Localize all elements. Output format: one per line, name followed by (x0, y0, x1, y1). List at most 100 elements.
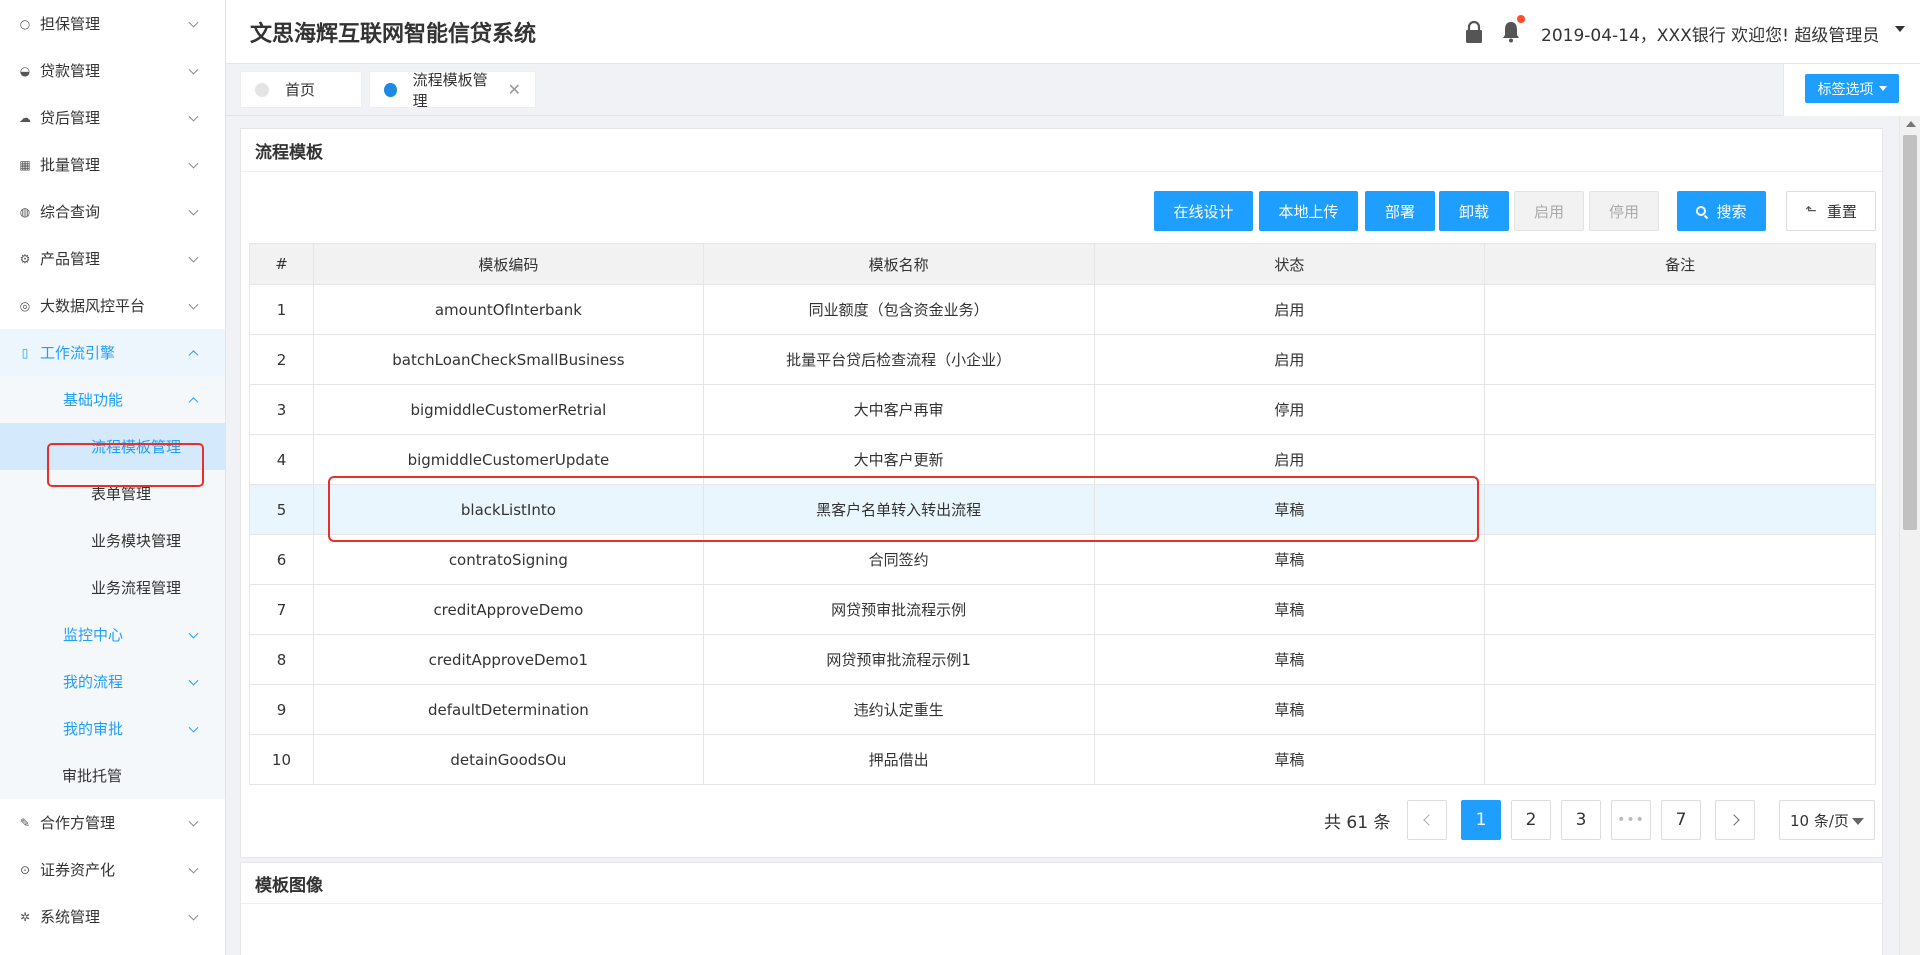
table-cell: 草稿 (1093, 634, 1486, 685)
button-label: 启用 (1533, 202, 1564, 221)
page-button-2[interactable]: 2 (1511, 800, 1551, 840)
sidebar-item-postloan[interactable]: ☁ 贷后管理 (0, 94, 225, 141)
scroll-up-arrow-icon[interactable] (1906, 121, 1916, 127)
sidebar: ○ 担保管理 ◒ 贷款管理 ☁ 贷后管理 ▦ 批量管理 ◍ 综合查询 ⚙ 产品管… (0, 0, 226, 955)
page-button-3[interactable]: 3 (1561, 800, 1601, 840)
sidebar-item-label: 大数据风控平台 (40, 297, 146, 315)
sidebar-item-business-flow[interactable]: 业务流程管理 (0, 564, 225, 611)
close-icon[interactable]: ✕ (508, 80, 521, 99)
sidebar-item-label: 贷款管理 (40, 62, 101, 80)
pencil-icon: ✎ (19, 815, 31, 830)
table-cell: 草稿 (1093, 584, 1486, 635)
table-row[interactable]: 9 defaultDetermination 违约认定重生 草稿 (249, 684, 1876, 735)
sidebar-item-label: 担保管理 (40, 15, 101, 33)
scrollbar[interactable] (1899, 116, 1920, 955)
table-row[interactable]: 8 creditApproveDemo1 网贷预审批流程示例1 草稿 (249, 634, 1876, 685)
caret-down-icon (1852, 818, 1864, 825)
unload-button[interactable]: 卸载 (1439, 191, 1509, 231)
page-size-select[interactable]: 10 条/页 (1779, 800, 1875, 840)
disable-button[interactable]: 停用 (1589, 191, 1659, 231)
globe-icon: ◍ (19, 204, 31, 219)
sidebar-item-workflow[interactable]: ▯ 工作流引擎 (0, 329, 225, 376)
total-count: 共 61 条 (1324, 813, 1391, 833)
sidebar-item-form[interactable]: 表单管理 (0, 470, 225, 517)
table-cell: 草稿 (1093, 684, 1486, 735)
online-design-button[interactable]: 在线设计 (1154, 191, 1253, 231)
tab-options-button[interactable]: 标签选项 (1805, 74, 1899, 103)
pagination: 共 61 条 1 2 3 ••• 7 10 条/页 (241, 800, 1882, 840)
template-table: # 模板编码 模板名称 状态 备注 1 amountOfInterbank 同业额度… (249, 243, 1876, 785)
chevron-right-icon (1727, 814, 1740, 826)
reset-button[interactable]: ⬑ 重置 (1786, 191, 1876, 231)
tab-home[interactable]: 首页 (240, 71, 362, 108)
sidebar-item-label: 审批托管 (62, 767, 123, 785)
sidebar-item-module[interactable]: 业务模块管理 (0, 517, 225, 564)
sidebar-item-label: 表单管理 (91, 485, 152, 503)
sidebar-item-securitization[interactable]: ⊙ 证券资产化 (0, 846, 225, 893)
table-cell: 合同签约 (702, 534, 1095, 585)
table-cell (1484, 734, 1876, 785)
sidebar-item-query[interactable]: ◍ 综合查询 (0, 188, 225, 235)
panel-title: 模板图像 (255, 876, 323, 896)
table-row[interactable]: 10 detainGoodsOu 押品借出 草稿 (249, 734, 1876, 785)
page-button-1[interactable]: 1 (1461, 800, 1501, 840)
table-cell: 草稿 (1093, 534, 1486, 585)
page-label: ••• (1617, 812, 1645, 828)
table-row[interactable]: 1 amountOfInterbank 同业额度（包含资金业务） 启用 (249, 284, 1876, 335)
local-upload-button[interactable]: 本地上传 (1259, 191, 1358, 231)
sidebar-item-trustee[interactable]: 审批托管 (0, 752, 225, 799)
grid-icon: ▦ (19, 157, 31, 172)
tab-flow-template[interactable]: 流程模板管理 ✕ (369, 71, 536, 110)
table-row-selected[interactable]: 5 blackListInto 黑客户名单转入转出流程 草稿 (249, 484, 1876, 535)
gear-icon: ⚙ (19, 251, 31, 266)
chevron-down-icon (188, 64, 199, 75)
notification-dot (1517, 15, 1525, 23)
sidebar-item-monitor[interactable]: 监控中心 (0, 611, 225, 658)
sidebar-item-guarantee[interactable]: ○ 担保管理 (0, 0, 225, 47)
sidebar-item-label: 贷后管理 (40, 109, 101, 127)
sidebar-item-bigdata[interactable]: ◎ 大数据风控平台 (0, 282, 225, 329)
caret-down-icon[interactable] (1895, 26, 1905, 32)
user-info[interactable]: 2019-04-14，XXX银行 欢迎您! 超级管理员 (1541, 21, 1879, 46)
sidebar-item-basic[interactable]: 基础功能 (0, 376, 225, 423)
chevron-down-icon (188, 158, 199, 169)
lock-icon[interactable] (1463, 20, 1485, 44)
page-label: 1 (1475, 810, 1487, 830)
chevron-down-icon (188, 675, 199, 686)
next-page-button[interactable] (1715, 800, 1755, 840)
chevron-down-icon (188, 816, 199, 827)
caret-down-icon (1878, 86, 1887, 91)
enable-button[interactable]: 启用 (1514, 191, 1584, 231)
table-cell: 6 (249, 534, 314, 585)
tab-options-label: 标签选项 (1817, 81, 1874, 98)
sidebar-item-my-approval[interactable]: 我的审批 (0, 705, 225, 752)
sidebar-item-label: 流程模板管理 (91, 438, 182, 456)
scroll-thumb[interactable] (1903, 135, 1917, 530)
table-row[interactable]: 6 contratoSigning 合同签约 草稿 (249, 534, 1876, 585)
table-row[interactable]: 4 bigmiddleCustomerUpdate 大中客户更新 启用 (249, 434, 1876, 485)
sidebar-item-product[interactable]: ⚙ 产品管理 (0, 235, 225, 282)
chevron-down-icon (188, 722, 199, 733)
button-label: 部署 (1384, 202, 1415, 221)
table-row[interactable]: 2 batchLoanCheckSmallBusiness 批量平台贷后检查流程（小… (249, 334, 1876, 385)
deploy-button[interactable]: 部署 (1365, 191, 1435, 231)
sidebar-item-system[interactable]: ✲ 系统管理 (0, 893, 225, 940)
table-cell: 启用 (1093, 334, 1486, 385)
sidebar-item-flow-template[interactable]: 流程模板管理 (0, 423, 225, 470)
sidebar-item-batch[interactable]: ▦ 批量管理 (0, 141, 225, 188)
sidebar-item-partner[interactable]: ✎ 合作方管理 (0, 799, 225, 846)
table-cell: defaultDetermination (312, 684, 704, 735)
chevron-down-icon (188, 910, 199, 921)
table-row[interactable]: 7 creditApproveDemo 网贷预审批流程示例 草稿 (249, 584, 1876, 635)
table-row[interactable]: 3 bigmiddleCustomerRetrial 大中客户再审 停用 (249, 384, 1876, 435)
page-button-7[interactable]: 7 (1661, 800, 1701, 840)
sidebar-item-loan[interactable]: ◒ 贷款管理 (0, 47, 225, 94)
table-cell: 9 (249, 684, 314, 735)
prev-page-button[interactable] (1407, 800, 1447, 840)
page-ellipsis[interactable]: ••• (1611, 800, 1651, 840)
sidebar-item-my-flow[interactable]: 我的流程 (0, 658, 225, 705)
search-button[interactable]: 搜索 (1677, 191, 1766, 231)
chevron-up-icon (188, 396, 199, 407)
sidebar-item-label: 我的审批 (63, 720, 124, 738)
app-title: 文思海辉互联网智能信贷系统 (250, 22, 537, 47)
